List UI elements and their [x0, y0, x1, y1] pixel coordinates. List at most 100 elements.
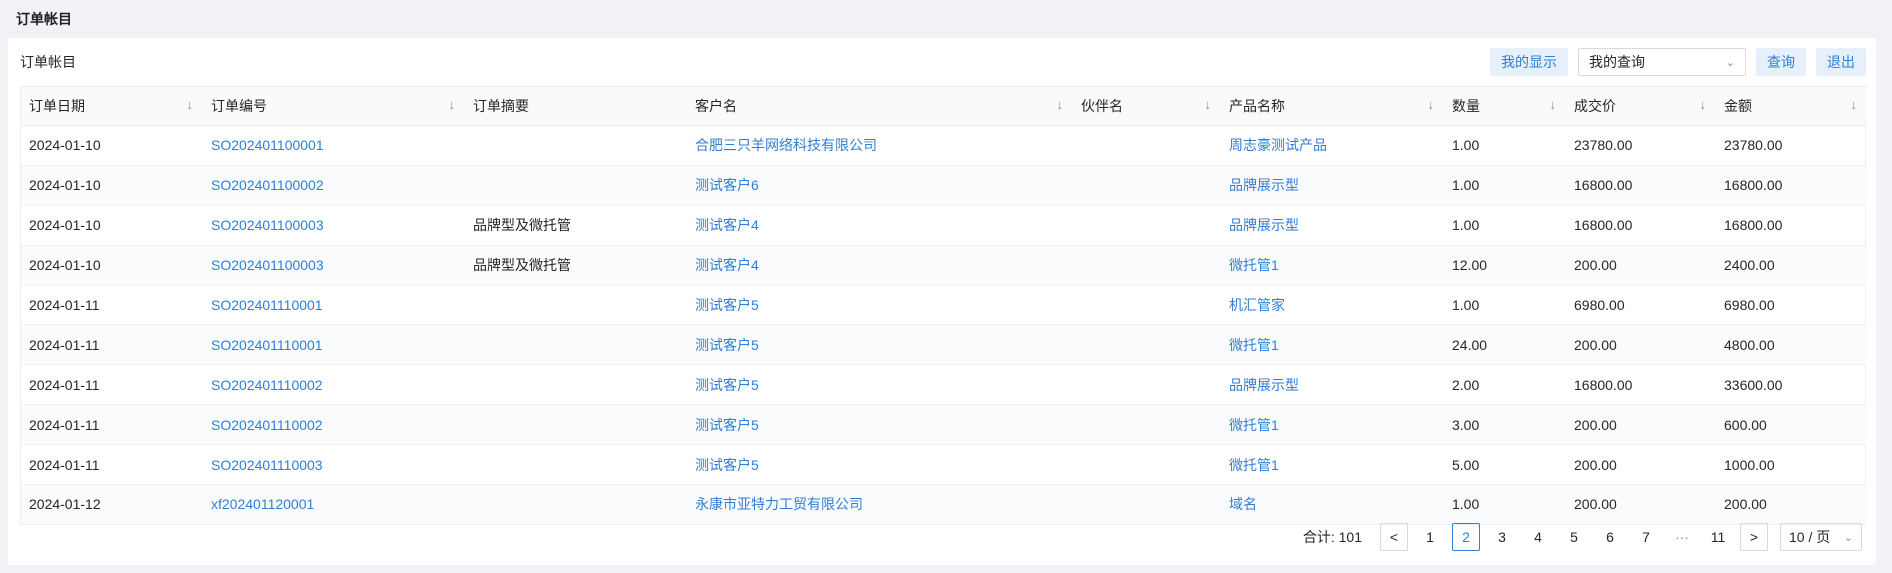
table-row: 2024-01-10 SO202401100003 品牌型及微托管 测试客户4 微托管1… [21, 245, 1867, 286]
cell-amount: 16800.00 [1716, 165, 1867, 206]
cell-order-summary [465, 364, 687, 406]
panel-header: 订单帐目 我的显示 我的查询 ⌄ 查询 退出 [20, 48, 1866, 76]
column-header-order-date[interactable]: 订单日期 ↓ [21, 87, 203, 126]
table-header-row: 订单日期 ↓ 订单编号 ↓ 订单摘要 客户名 ↓ 伙伴名 ↓ 产品名称 ↓ 数量 ↓ 成交价 ↓ 金额 ↓ [21, 87, 1867, 126]
page-11[interactable]: 11 [1704, 523, 1732, 551]
cell-order-date: 2024-01-10 [21, 205, 203, 246]
cell-customer-name[interactable]: 测试客户5 [687, 404, 1073, 446]
cell-product-name[interactable]: 微托管1 [1221, 404, 1444, 446]
column-header-label: 金额 [1724, 98, 1752, 114]
cell-order-date: 2024-01-12 [21, 484, 203, 524]
page-title: 订单帐目 [16, 11, 72, 27]
page-3[interactable]: 3 [1488, 523, 1516, 551]
cell-deal-price: 200.00 [1566, 245, 1716, 286]
sort-down-icon[interactable]: ↓ [1205, 97, 1212, 112]
sort-down-icon[interactable]: ↓ [449, 97, 456, 112]
column-header-label: 成交价 [1574, 98, 1616, 114]
cell-order-date: 2024-01-11 [21, 364, 203, 406]
exit-button[interactable]: 退出 [1816, 48, 1866, 76]
table-row: 2024-01-11 SO202401110002 测试客户5 微托管1 3.00 200… [21, 404, 1867, 446]
cell-partner-name [1073, 404, 1221, 446]
column-header-order-number[interactable]: 订单编号 ↓ [203, 87, 465, 126]
page-list: 1 2 3 4 5 6 7 ··· 11 [1412, 523, 1736, 551]
column-header-deal-price[interactable]: 成交价 ↓ [1566, 87, 1716, 126]
column-header-customer-name[interactable]: 客户名 ↓ [687, 87, 1073, 126]
page-4[interactable]: 4 [1524, 523, 1552, 551]
page-size-select[interactable]: 10 / 页 ⌄ [1780, 523, 1862, 551]
query-button[interactable]: 查询 [1756, 48, 1806, 76]
cell-product-name[interactable]: 品牌展示型 [1221, 165, 1444, 206]
prev-page-button[interactable]: < [1380, 523, 1408, 551]
cell-partner-name [1073, 484, 1221, 524]
cell-order-summary [465, 484, 687, 524]
column-header-label: 数量 [1452, 98, 1480, 114]
column-header-quantity[interactable]: 数量 ↓ [1444, 87, 1566, 126]
page-6[interactable]: 6 [1596, 523, 1624, 551]
cell-customer-name[interactable]: 合肥三只羊网络科技有限公司 [687, 125, 1073, 166]
cell-customer-name[interactable]: 测试客户4 [687, 205, 1073, 246]
cell-customer-name[interactable]: 测试客户5 [687, 285, 1073, 326]
cell-order-number[interactable]: SO202401110001 [203, 285, 465, 326]
cell-quantity: 1.00 [1444, 285, 1566, 326]
table-row: 2024-01-11 SO202401110003 测试客户5 微托管1 5.00 200… [21, 444, 1867, 486]
column-header-label: 订单摘要 [473, 98, 529, 114]
cell-order-number[interactable]: SO202401100003 [203, 245, 465, 286]
cell-order-date: 2024-01-11 [21, 404, 203, 446]
cell-product-name[interactable]: 品牌展示型 [1221, 205, 1444, 246]
cell-order-number[interactable]: xf202401120001 [203, 484, 465, 524]
cell-deal-price: 200.00 [1566, 444, 1716, 486]
next-page-button[interactable]: > [1740, 523, 1768, 551]
cell-customer-name[interactable]: 测试客户5 [687, 324, 1073, 366]
cell-order-number[interactable]: SO202401110003 [203, 444, 465, 486]
page-ellipsis[interactable]: ··· [1668, 523, 1696, 551]
cell-product-name[interactable]: 微托管1 [1221, 324, 1444, 366]
order-accounts-panel: 订单帐目 我的显示 我的查询 ⌄ 查询 退出 订单日期 ↓ 订单编号 ↓ 订单摘要 客户名… [8, 38, 1876, 565]
sort-down-icon[interactable]: ↓ [1700, 97, 1707, 112]
cell-product-name[interactable]: 机汇管家 [1221, 285, 1444, 326]
cell-order-date: 2024-01-11 [21, 285, 203, 326]
cell-product-name[interactable]: 微托管1 [1221, 444, 1444, 486]
page-1[interactable]: 1 [1416, 523, 1444, 551]
total-count: 合计: 101 [1303, 527, 1362, 547]
cell-order-number[interactable]: SO202401100003 [203, 205, 465, 246]
sort-down-icon[interactable]: ↓ [1057, 97, 1064, 112]
column-header-product-name[interactable]: 产品名称 ↓ [1221, 87, 1444, 126]
page-7[interactable]: 7 [1632, 523, 1660, 551]
cell-order-number[interactable]: SO202401110002 [203, 364, 465, 406]
column-header-amount[interactable]: 金额 ↓ [1716, 87, 1867, 126]
cell-customer-name[interactable]: 永康市亚特力工贸有限公司 [687, 484, 1073, 524]
page-2[interactable]: 2 [1452, 523, 1480, 551]
sort-down-icon[interactable]: ↓ [1550, 97, 1557, 112]
cell-quantity: 5.00 [1444, 444, 1566, 486]
cell-partner-name [1073, 165, 1221, 206]
cell-product-name[interactable]: 周志豪测试产品 [1221, 125, 1444, 166]
cell-quantity: 12.00 [1444, 245, 1566, 286]
panel-title: 订单帐目 [20, 54, 76, 70]
page-5[interactable]: 5 [1560, 523, 1588, 551]
cell-customer-name[interactable]: 测试客户5 [687, 444, 1073, 486]
cell-product-name[interactable]: 品牌展示型 [1221, 364, 1444, 406]
cell-product-name[interactable]: 微托管1 [1221, 245, 1444, 286]
cell-deal-price: 6980.00 [1566, 285, 1716, 326]
cell-order-number[interactable]: SO202401110002 [203, 404, 465, 446]
cell-customer-name[interactable]: 测试客户6 [687, 165, 1073, 206]
sort-down-icon[interactable]: ↓ [187, 97, 194, 112]
cell-order-number[interactable]: SO202401110001 [203, 324, 465, 366]
table-row: 2024-01-11 SO202401110002 测试客户5 品牌展示型 2.00 16… [21, 364, 1867, 406]
cell-customer-name[interactable]: 测试客户5 [687, 364, 1073, 406]
sort-down-icon[interactable]: ↓ [1851, 97, 1858, 112]
cell-amount: 33600.00 [1716, 364, 1867, 406]
column-header-partner-name[interactable]: 伙伴名 ↓ [1073, 87, 1221, 126]
sort-down-icon[interactable]: ↓ [1428, 97, 1435, 112]
cell-deal-price: 23780.00 [1566, 125, 1716, 166]
cell-order-number[interactable]: SO202401100002 [203, 165, 465, 206]
cell-product-name[interactable]: 域名 [1221, 484, 1444, 524]
cell-order-number[interactable]: SO202401100001 [203, 125, 465, 166]
cell-order-summary [465, 285, 687, 326]
cell-order-summary [465, 125, 687, 166]
cell-customer-name[interactable]: 测试客户4 [687, 245, 1073, 286]
my-display-button[interactable]: 我的显示 [1490, 48, 1568, 76]
column-header-order-summary[interactable]: 订单摘要 [465, 87, 687, 126]
my-query-select[interactable]: 我的查询 ⌄ [1578, 48, 1746, 76]
cell-order-summary: 品牌型及微托管 [465, 245, 687, 286]
